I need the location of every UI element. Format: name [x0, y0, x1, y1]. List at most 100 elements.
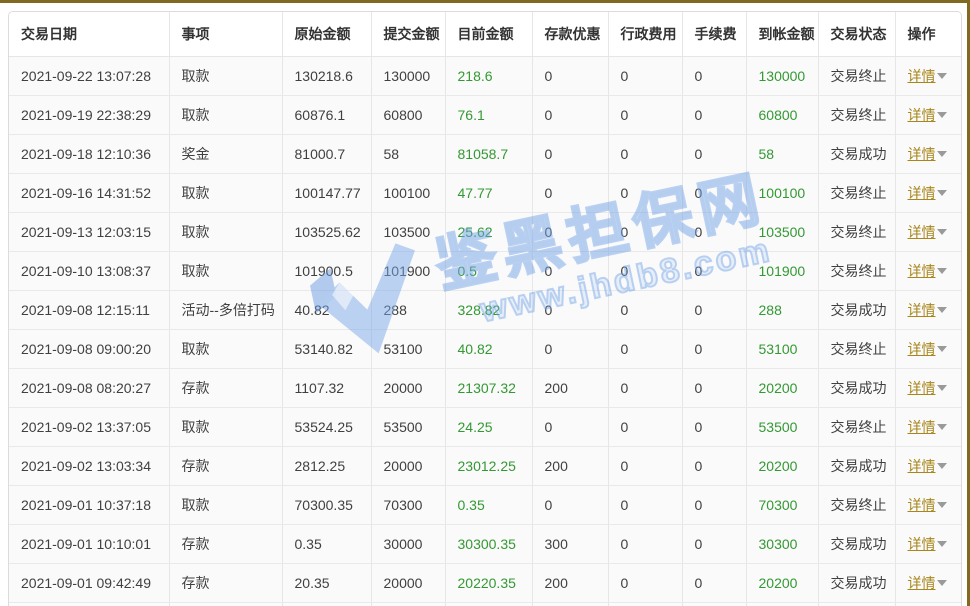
- dropdown-caret-icon[interactable]: [937, 502, 947, 508]
- detail-link[interactable]: 详情: [908, 573, 936, 593]
- cell-original: 20.35: [282, 564, 371, 603]
- cell-submitted: 60800: [371, 96, 445, 135]
- dropdown-caret-icon[interactable]: [937, 385, 947, 391]
- cell-current: 0.5: [445, 252, 532, 291]
- detail-link[interactable]: 详情: [908, 144, 936, 164]
- cell-fee: 0: [682, 174, 746, 213]
- table-row: 2021-09-01 10:37:18取款70300.35703000.3500…: [9, 486, 961, 525]
- total-current: 176252.39: [445, 603, 532, 606]
- cell-current: 47.77: [445, 174, 532, 213]
- cell-item: 活动--多倍打码: [169, 291, 282, 330]
- dropdown-caret-icon[interactable]: [937, 463, 947, 469]
- table-row: 2021-09-02 13:03:34存款2812.252000023012.2…: [9, 447, 961, 486]
- dropdown-caret-icon[interactable]: [937, 346, 947, 352]
- cell-submitted: 20000: [371, 369, 445, 408]
- cell-action: 详情: [895, 525, 961, 564]
- cell-status: 交易成功: [818, 291, 895, 330]
- cell-date: 2021-09-18 12:10:36: [9, 135, 169, 174]
- cell-action: 详情: [895, 174, 961, 213]
- table-row: 2021-09-16 14:31:52取款100147.7710010047.7…: [9, 174, 961, 213]
- cell-status: 交易终止: [818, 330, 895, 369]
- total-bonus: 900: [532, 603, 608, 606]
- detail-link[interactable]: 详情: [908, 222, 936, 242]
- cell-action: 详情: [895, 213, 961, 252]
- cell-bonus: 0: [532, 291, 608, 330]
- cell-item: 奖金: [169, 135, 282, 174]
- total-submitted: 214146: [371, 603, 445, 606]
- detail-link[interactable]: 详情: [908, 339, 936, 359]
- cell-admin_fee: 0: [608, 564, 682, 603]
- cell-original: 103525.62: [282, 213, 371, 252]
- cell-submitted: 20000: [371, 564, 445, 603]
- cell-original: 70300.35: [282, 486, 371, 525]
- table-row: 2021-09-01 10:10:01存款0.353000030300.3530…: [9, 525, 961, 564]
- cell-fee: 0: [682, 369, 746, 408]
- dropdown-caret-icon[interactable]: [937, 580, 947, 586]
- column-header-original: 原始金额: [282, 12, 371, 57]
- cell-bonus: 300: [532, 525, 608, 564]
- cell-date: 2021-09-10 13:08:37: [9, 252, 169, 291]
- dropdown-caret-icon[interactable]: [937, 73, 947, 79]
- cell-action: 详情: [895, 96, 961, 135]
- cell-date: 2021-09-02 13:03:34: [9, 447, 169, 486]
- detail-link[interactable]: 详情: [908, 261, 936, 281]
- dropdown-caret-icon[interactable]: [937, 424, 947, 430]
- column-header-bonus: 存款优惠: [532, 12, 608, 57]
- cell-date: 2021-09-08 08:20:27: [9, 369, 169, 408]
- table-row: 2021-09-13 12:03:15取款103525.6210350025.6…: [9, 213, 961, 252]
- cell-received: 130000: [746, 57, 818, 96]
- cell-item: 取款: [169, 330, 282, 369]
- cell-fee: 0: [682, 213, 746, 252]
- cell-original: 53140.82: [282, 330, 371, 369]
- cell-bonus: 0: [532, 486, 608, 525]
- cell-status: 交易成功: [818, 369, 895, 408]
- cell-action: 详情: [895, 57, 961, 96]
- cell-item: 存款: [169, 564, 282, 603]
- cell-original: 40.82: [282, 291, 371, 330]
- dropdown-caret-icon[interactable]: [937, 190, 947, 196]
- table-header-row: 交易日期事项原始金额提交金额目前金额存款优惠行政费用手续费到帐金额交易状态操作: [9, 12, 961, 57]
- table-row: 2021-09-08 09:00:20取款53140.825310040.820…: [9, 330, 961, 369]
- cell-bonus: 0: [532, 174, 608, 213]
- cell-date: 2021-09-08 09:00:20: [9, 330, 169, 369]
- cell-submitted: 288: [371, 291, 445, 330]
- cell-submitted: 130000: [371, 57, 445, 96]
- cell-bonus: 0: [532, 330, 608, 369]
- cell-current: 23012.25: [445, 447, 532, 486]
- detail-link[interactable]: 详情: [908, 378, 936, 398]
- detail-link[interactable]: 详情: [908, 534, 936, 554]
- cell-admin_fee: 0: [608, 408, 682, 447]
- cell-current: 218.6: [445, 57, 532, 96]
- cell-status: 交易成功: [818, 447, 895, 486]
- detail-link[interactable]: 详情: [908, 183, 936, 203]
- cell-received: 20200: [746, 447, 818, 486]
- cell-action: 详情: [895, 486, 961, 525]
- cell-action: 详情: [895, 252, 961, 291]
- detail-link[interactable]: 详情: [908, 105, 936, 125]
- cell-original: 0.35: [282, 525, 371, 564]
- dropdown-caret-icon[interactable]: [937, 112, 947, 118]
- detail-link[interactable]: 详情: [908, 456, 936, 476]
- cell-item: 取款: [169, 408, 282, 447]
- cell-item: 取款: [169, 57, 282, 96]
- cell-received: 103500: [746, 213, 818, 252]
- cell-received: 60800: [746, 96, 818, 135]
- cell-bonus: 0: [532, 57, 608, 96]
- dropdown-caret-icon[interactable]: [937, 268, 947, 274]
- cell-admin_fee: 0: [608, 213, 682, 252]
- cell-action: 详情: [895, 291, 961, 330]
- column-header-admin_fee: 行政费用: [608, 12, 682, 57]
- cell-bonus: 200: [532, 369, 608, 408]
- detail-link[interactable]: 详情: [908, 495, 936, 515]
- dropdown-caret-icon[interactable]: [937, 307, 947, 313]
- cell-status: 交易终止: [818, 57, 895, 96]
- dropdown-caret-icon[interactable]: [937, 151, 947, 157]
- detail-link[interactable]: 详情: [908, 417, 936, 437]
- detail-link[interactable]: 详情: [908, 66, 936, 86]
- cell-current: 20220.35: [445, 564, 532, 603]
- cell-action: 详情: [895, 330, 961, 369]
- dropdown-caret-icon[interactable]: [937, 229, 947, 235]
- dropdown-caret-icon[interactable]: [937, 541, 947, 547]
- detail-link[interactable]: 详情: [908, 300, 936, 320]
- total-action-empty: [895, 603, 961, 606]
